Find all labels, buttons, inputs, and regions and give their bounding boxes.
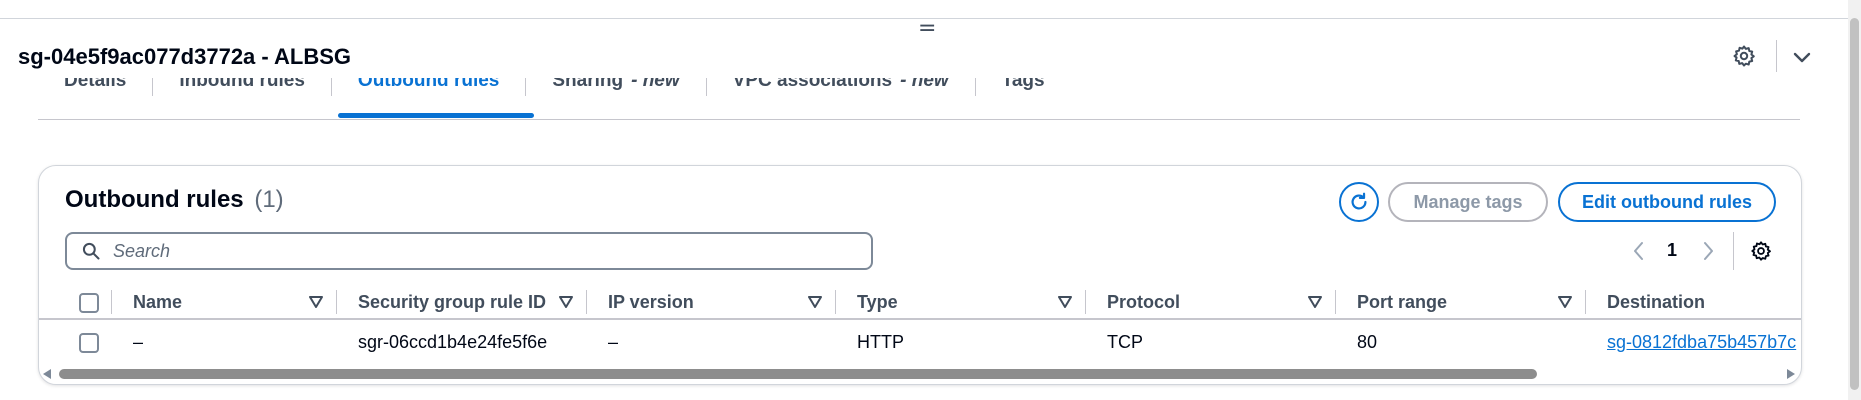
sort-caret-icon[interactable] [1558,296,1572,308]
column-divider[interactable] [835,290,836,314]
select-all-checkbox[interactable] [79,293,99,313]
chevron-down-icon[interactable] [1790,45,1814,69]
cell-destination: sg-0812fdba75b457b7c [1607,324,1796,360]
manage-tags-button[interactable]: Manage tags [1388,182,1548,222]
cell-name: – [133,331,144,352]
tab-tags[interactable]: Tags [976,78,1071,104]
cell-ip-version: – [608,331,619,352]
column-header-type[interactable]: Type [857,284,898,320]
outbound-rules-container: Outbound rules (1) Manage tags Edit outb… [38,165,1802,385]
table-header: Name Security group rule ID IP version T… [39,284,1801,320]
column-header-name[interactable]: Name [133,284,182,320]
rule-count: (1) [254,186,284,213]
chevron-left-icon[interactable] [1629,240,1649,262]
cell-port-range: 80 [1357,331,1378,352]
panel-title: sg-04e5f9ac077d3772a - ALBSG [18,44,352,69]
tab-bar: Details Inbound rules Outbound rules Sha… [38,78,1800,120]
cell-rule-id: sgr-06ccd1b4e24fe5f6e [358,331,548,352]
search-icon [82,242,100,260]
active-tab-indicator [338,113,534,118]
column-divider[interactable] [1585,290,1586,314]
scrollbar-thumb[interactable] [59,369,1537,379]
search-field[interactable] [65,232,873,270]
section-title: Outbound rules (1) [65,186,284,214]
gear-icon[interactable] [1750,240,1772,262]
table-row[interactable]: – sgr-06ccd1b4e24fe5f6e – HTTP TCP 80 sg… [39,324,1801,362]
tab-label: Details [64,78,127,91]
destination-link[interactable]: sg-0812fdba75b457b7c [1607,332,1796,353]
tab-label: Inbound rules [179,78,305,91]
tab-sharing[interactable]: Sharing - new [526,78,705,104]
column-header-protocol[interactable]: Protocol [1107,284,1180,320]
column-header-port-range[interactable]: Port range [1357,284,1447,320]
chevron-right-icon[interactable] [1698,240,1718,262]
refresh-icon [1351,192,1367,210]
pager-divider [1733,232,1734,270]
sort-caret-icon[interactable] [1308,296,1322,308]
tab-vpc-associations[interactable]: VPC associations - new [707,78,975,104]
tab-label: Sharing [552,78,624,91]
column-divider[interactable] [336,290,337,314]
horizontal-scrollbar[interactable] [39,365,1801,383]
sort-caret-icon[interactable] [309,296,323,308]
row-checkbox[interactable] [79,333,99,353]
sort-caret-icon[interactable] [1058,296,1072,308]
tab-outbound-rules[interactable]: Outbound rules [332,78,525,104]
cell-protocol: TCP [1107,331,1143,352]
column-header-rule-id[interactable]: Security group rule ID [358,284,546,320]
column-header-ip-version[interactable]: IP version [608,284,694,320]
cell-type: HTTP [857,331,904,352]
section-title-text: Outbound rules [65,186,244,213]
vertical-scrollbar[interactable] [1848,0,1861,400]
edit-outbound-rules-button[interactable]: Edit outbound rules [1558,182,1776,222]
refresh-button[interactable] [1339,182,1379,222]
column-divider [111,290,112,314]
tab-label: VPC associations [732,78,893,91]
tab-details[interactable]: Details [38,78,152,104]
vertical-scrollbar-thumb[interactable] [1850,18,1859,390]
header-divider [1776,40,1777,72]
sort-caret-icon[interactable] [808,296,822,308]
drag-handle[interactable]: = [918,18,936,40]
sort-caret-icon[interactable] [559,296,573,308]
scroll-right-arrow[interactable] [1787,369,1795,379]
tab-label: Tags [1001,78,1045,91]
column-divider[interactable] [586,290,587,314]
new-badge: - new [900,78,949,91]
new-badge: - new [631,78,680,91]
column-header-destination[interactable]: Destination [1607,284,1705,320]
page-number[interactable]: 1 [1667,240,1677,261]
search-input[interactable] [113,240,813,262]
gear-icon[interactable] [1732,44,1756,68]
column-divider[interactable] [1335,290,1336,314]
scroll-left-arrow[interactable] [43,369,51,379]
tab-inbound-rules[interactable]: Inbound rules [153,78,331,104]
tab-label: Outbound rules [357,78,500,91]
tabs-divider [38,119,1800,120]
column-divider[interactable] [1085,290,1086,314]
